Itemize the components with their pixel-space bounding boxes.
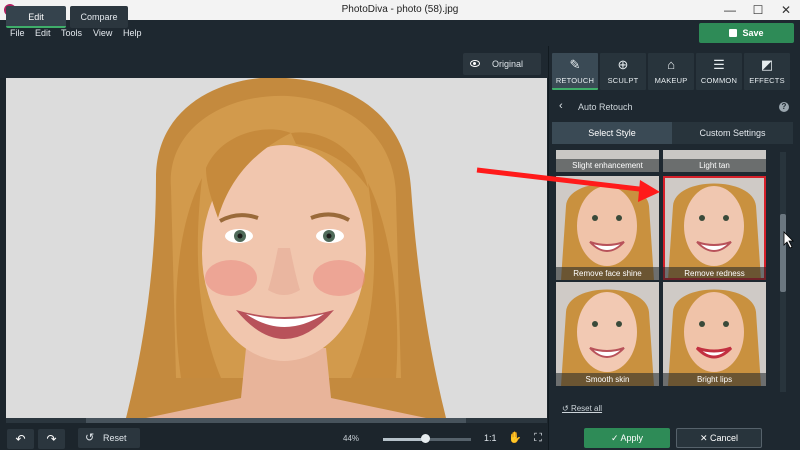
style-thumbnail-grid: Slight enhancement Light tan Remove face… (556, 150, 768, 394)
apply-button[interactable]: ✓ Apply (584, 428, 670, 448)
menu-tools[interactable]: Tools (61, 28, 82, 38)
save-button[interactable]: Save (699, 23, 794, 43)
face-preview (663, 176, 766, 280)
tab-effects-label: EFFECTS (749, 76, 785, 85)
cancel-label: Cancel (710, 433, 739, 443)
face-preview (556, 282, 659, 386)
tab-custom-settings[interactable]: Custom Settings (672, 122, 793, 144)
tab-select-style[interactable]: Select Style (552, 122, 672, 144)
eye-icon (470, 60, 480, 67)
tab-retouch[interactable]: ✎ RETOUCH (552, 53, 598, 90)
hand-icon[interactable]: ✋ (508, 432, 522, 444)
tab-sculpt[interactable]: ⊕ SCULPT (600, 53, 646, 90)
makeup-icon: ⌂ (667, 57, 675, 72)
menu-view[interactable]: View (93, 28, 112, 38)
maximize-button[interactable]: ☐ (744, 0, 772, 20)
reset-label: Reset (103, 433, 127, 443)
style-thumbnail[interactable]: Bright lips (663, 282, 766, 386)
effects-icon: ◩ (760, 57, 774, 72)
original-button[interactable]: Original (463, 53, 541, 75)
style-label: Remove redness (663, 267, 766, 280)
tab-retouch-label: RETOUCH (555, 76, 595, 85)
reset-button[interactable]: ↺ Reset (78, 428, 140, 448)
close-button[interactable]: ✕ (772, 0, 800, 20)
tab-effects[interactable]: ◩ EFFECTS (744, 53, 790, 90)
save-label: Save (742, 28, 764, 38)
face-preview (663, 282, 766, 386)
menu-edit[interactable]: Edit (35, 28, 51, 38)
actual-size-button[interactable]: 1:1 (484, 433, 497, 443)
tab-common-label: COMMON (700, 76, 738, 85)
tab-edit[interactable]: Edit (6, 6, 66, 28)
auto-retouch-header: ‹ Auto Retouch ? (552, 96, 796, 118)
retouch-icon: ✎ (569, 57, 581, 72)
apply-label: Apply (620, 433, 644, 443)
style-label: Light tan (663, 159, 766, 172)
help-icon[interactable]: ? (779, 102, 789, 112)
zoom-slider-handle[interactable] (421, 434, 430, 443)
auto-retouch-title: Auto Retouch (578, 102, 633, 112)
styles-scrollbar[interactable] (780, 152, 786, 392)
disk-icon (729, 29, 738, 37)
fit-screen-icon[interactable]: ⛶ (532, 432, 544, 444)
menu-file[interactable]: File (10, 28, 25, 38)
tab-makeup-label: MAKEUP (654, 76, 688, 85)
tab-common[interactable]: ☰ COMMON (696, 53, 742, 90)
redo-icon: ↷ (46, 432, 57, 446)
zoom-level: 44% (343, 434, 360, 443)
tab-sculpt-label: SCULPT (607, 76, 639, 85)
sliders-icon: ☰ (713, 57, 725, 72)
style-label: Smooth skin (556, 373, 659, 386)
back-chevron-icon[interactable]: ‹ (559, 100, 563, 112)
zoom-slider-fill (383, 438, 425, 441)
reset-icon: ↺ (85, 432, 95, 444)
face-preview (556, 176, 659, 280)
tab-compare[interactable]: Compare (70, 6, 128, 28)
style-thumbnail[interactable]: Light tan (663, 150, 766, 172)
style-label: Bright lips (663, 373, 766, 386)
cancel-button[interactable]: ✕ Cancel (676, 428, 762, 448)
style-label: Slight enhancement (556, 159, 659, 172)
style-thumbnail-selected[interactable]: Remove redness (663, 176, 766, 280)
tab-makeup[interactable]: ⌂ MAKEUP (648, 53, 694, 90)
style-thumbnail[interactable]: Slight enhancement (556, 150, 659, 172)
style-thumbnail[interactable]: Smooth skin (556, 282, 659, 386)
redo-button[interactable]: ↷ (38, 429, 65, 449)
reset-all-label: Reset all (570, 404, 603, 413)
menu-help[interactable]: Help (123, 28, 142, 38)
minimize-button[interactable]: — (716, 0, 744, 20)
undo-icon: ↶ (15, 432, 26, 446)
style-thumbnail[interactable]: Remove face shine (556, 176, 659, 280)
undo-button[interactable]: ↶ (7, 429, 34, 449)
original-label: Original (492, 59, 524, 69)
sculpt-icon: ⊕ (617, 57, 629, 72)
style-label: Remove face shine (556, 267, 659, 280)
photo-canvas[interactable] (6, 78, 547, 418)
reset-all-link[interactable]: ↺ Reset all (562, 404, 602, 413)
portrait-photo (6, 78, 547, 418)
